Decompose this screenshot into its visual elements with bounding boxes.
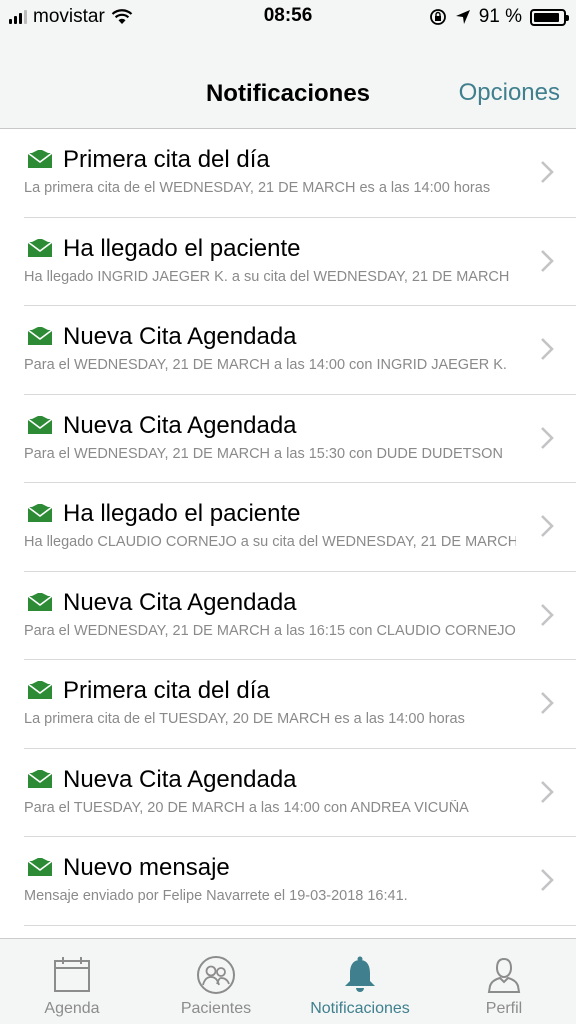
- location-arrow-icon: [455, 10, 470, 24]
- chevron-right-icon: [541, 161, 554, 183]
- notification-row[interactable]: Nueva Cita Agendada Para el TUESDAY, 20 D…: [24, 749, 576, 837]
- notification-row[interactable]: Nueva Cita Agendada Para el WEDNESDAY, 21…: [24, 395, 576, 483]
- tab-perfil[interactable]: Perfil: [432, 939, 576, 1024]
- notification-subtitle: Para el TUESDAY, 20 DE MARCH a las 14:00…: [24, 799, 469, 816]
- notification-subtitle: Para el WEDNESDAY, 21 DE MARCH a las 14:…: [24, 357, 507, 373]
- notification-title: Nueva Cita Agendada: [63, 588, 297, 616]
- chevron-right-icon: [541, 692, 554, 714]
- notification-subtitle: Ha llegado INGRID JAEGER K. a su cita de…: [24, 268, 510, 285]
- patients-icon: [197, 956, 235, 994]
- options-button[interactable]: Opciones: [459, 79, 560, 107]
- notification-title: Primera cita del día: [63, 146, 270, 173]
- notification-subtitle: La primera cita de el TUESDAY, 20 DE MAR…: [24, 711, 465, 727]
- envelope-icon: [28, 769, 52, 788]
- envelope-icon: [28, 504, 52, 522]
- chevron-right-icon: [541, 603, 554, 626]
- envelope-icon: [28, 858, 52, 876]
- notification-subtitle: Para el WEDNESDAY, 21 DE MARCH a las 15:…: [24, 445, 503, 462]
- envelope-icon: [28, 415, 52, 434]
- tab-label-agenda: Agenda: [44, 1000, 100, 1017]
- notification-row[interactable]: Ha llegado el paciente Ha llegado INGRID …: [24, 218, 576, 306]
- envelope-icon: [28, 592, 52, 611]
- tab-agenda[interactable]: Agenda: [0, 939, 144, 1024]
- tab-notificaciones[interactable]: Notificaciones: [288, 939, 432, 1024]
- notification-row[interactable]: Ha llegado el paciente Ha llegado CLAUDIO…: [24, 483, 576, 572]
- envelope-icon: [28, 681, 52, 699]
- notification-subtitle: La primera cita de el WEDNESDAY, 21 DE M…: [24, 180, 491, 196]
- bell-icon: [345, 956, 375, 992]
- notification-row[interactable]: Nueva Cita Agendada Para el WEDNESDAY, 21…: [24, 572, 576, 660]
- notification-title: Nueva Cita Agendada: [63, 765, 297, 793]
- notification-subtitle: Ha llegado CLAUDIO CORNEJO a su cita del…: [24, 534, 516, 550]
- tab-label-pacientes: Pacientes: [180, 1000, 252, 1017]
- tab-pacientes[interactable]: Pacientes: [144, 939, 288, 1024]
- notification-subtitle: Mensaje enviado por Felipe Navarrete el …: [24, 888, 408, 904]
- notification-row[interactable]: Primera cita del día La primera cita de e…: [24, 129, 576, 218]
- notification-title: Nuevo mensaje: [63, 854, 230, 881]
- navigation-bar: Notificaciones Opciones: [0, 32, 576, 129]
- notification-title: Ha llegado el paciente: [63, 500, 301, 527]
- chevron-right-icon: [541, 426, 554, 449]
- envelope-icon: [28, 238, 52, 257]
- notification-row[interactable]: Nuevo mensaje Mensaje enviado por Felipe …: [24, 837, 576, 926]
- notification-title: Ha llegado el paciente: [63, 234, 301, 262]
- envelope-icon: [28, 150, 52, 168]
- envelope-icon: [28, 327, 52, 345]
- notification-row[interactable]: Nueva Cita Agendada Para el WEDNESDAY, 21…: [24, 306, 576, 395]
- tab-label-perfil: Perfil: [485, 1000, 523, 1017]
- battery-percentage: 91 %: [478, 6, 522, 27]
- status-bar: movistar 08:56 91 %: [0, 0, 576, 32]
- chevron-right-icon: [541, 338, 554, 360]
- notification-title: Nueva Cita Agendada: [63, 323, 297, 350]
- orientation-lock-icon: [429, 9, 446, 25]
- tab-label-notificaciones: Notificaciones: [310, 1000, 410, 1017]
- profile-icon: [487, 957, 521, 993]
- tab-bar: Agenda Pacientes Notificaciones Perfil: [0, 938, 576, 1024]
- notification-title: Nueva Cita Agendada: [63, 411, 297, 439]
- chevron-right-icon: [541, 869, 554, 891]
- chevron-right-icon: [541, 515, 554, 537]
- notification-row[interactable]: Primera cita del día La primera cita de e…: [24, 660, 576, 749]
- battery-fill: [534, 12, 560, 22]
- status-right: 91 %: [429, 6, 569, 28]
- chevron-right-icon: [541, 249, 554, 272]
- notification-title: Primera cita del día: [63, 677, 270, 704]
- notification-subtitle: Para el WEDNESDAY, 21 DE MARCH a las 16:…: [24, 622, 516, 639]
- calendar-icon: [54, 957, 90, 992]
- notifications-list: Primera cita del día La primera cita de e…: [0, 129, 576, 926]
- battery-icon: [530, 8, 569, 26]
- chevron-right-icon: [541, 780, 554, 803]
